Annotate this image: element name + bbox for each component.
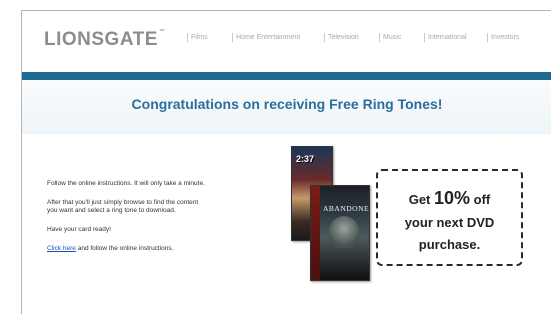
click-here-link[interactable]: Click here (47, 245, 76, 252)
site-header: LIONSGATE™ Films Home Entertainment Tele… (22, 11, 551, 72)
offer-post: off (470, 192, 491, 207)
nav-item-music[interactable]: Music (379, 33, 401, 42)
nav-item-television[interactable]: Television (324, 33, 359, 42)
page-frame: LIONSGATE™ Films Home Entertainment Tele… (21, 10, 551, 314)
dvd-cover-face-image (329, 216, 359, 248)
offer-pre: Get (408, 192, 435, 207)
nav-item-international[interactable]: International (424, 33, 467, 42)
nav-item-home-entertainment[interactable]: Home Entertainment (232, 33, 300, 42)
offer-amount: 10% (434, 188, 471, 208)
dvd-spine (311, 186, 320, 280)
header-divider-bar (22, 72, 551, 80)
logo-text: LIONSGATE (44, 29, 158, 50)
click-here-suffix: and follow the online instructions. (75, 245, 174, 252)
instruction-line-2b: you want and select a ring tone to downl… (47, 207, 176, 214)
offer-line-2: your next DVD (404, 215, 495, 230)
instruction-line-3: Have your card ready! (47, 226, 111, 233)
discount-offer-box[interactable]: Get 10% off your next DVD purchase. (376, 169, 523, 266)
offer-line-3: purchase. (418, 237, 481, 252)
instruction-line-4: Click here and follow the online instruc… (47, 244, 173, 253)
instruction-line-1: Follow the online instructions. It will … (47, 180, 205, 187)
page-headline: Congratulations on receiving Free Ring T… (131, 96, 443, 112)
nav-item-investors[interactable]: Investors (487, 33, 519, 42)
offer-line-1: Get 10% off (378, 188, 521, 209)
nav-item-films[interactable]: Films (187, 33, 208, 42)
logo-trademark: ™ (158, 29, 166, 35)
lionsgate-logo[interactable]: LIONSGATE™ (44, 29, 165, 51)
dvd-cover-bottom[interactable]: ABANDONED (310, 185, 370, 281)
dvd-bottom-title: ABANDONED (323, 204, 370, 213)
dvd-top-title: 2:37 (296, 154, 315, 164)
